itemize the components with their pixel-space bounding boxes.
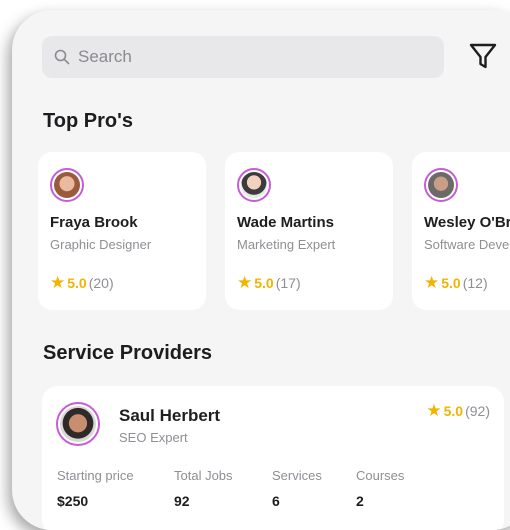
- stat-courses: Courses 2: [356, 468, 404, 509]
- service-providers-heading: Service Providers: [43, 342, 212, 364]
- stat-label: Total Jobs: [174, 468, 233, 483]
- rating-count: (17): [275, 274, 301, 291]
- rating-count: (12): [462, 274, 488, 291]
- pro-role: Graphic Designer: [50, 237, 152, 252]
- search-icon: [54, 49, 70, 65]
- avatar: [56, 402, 100, 446]
- pro-card[interactable]: Wade Martins Marketing Expert ★ 5.0 (17): [225, 152, 393, 310]
- pro-card[interactable]: Wesley O'Brien Software Developer ★ 5.0 …: [412, 152, 510, 310]
- app-screen: Search Top Pro's Fraya Brook Graphic Des…: [12, 10, 510, 530]
- top-pros-heading: Top Pro's: [43, 110, 133, 132]
- pro-card[interactable]: Fraya Brook Graphic Designer ★ 5.0 (20): [38, 152, 206, 310]
- pro-name: Wade Martins: [237, 214, 334, 231]
- rating-value: 5.0: [441, 274, 461, 291]
- avatar: [424, 168, 458, 202]
- avatar: [50, 168, 84, 202]
- stat-total-jobs: Total Jobs 92: [174, 468, 233, 509]
- provider-name: Saul Herbert: [119, 406, 221, 425]
- stat-label: Services: [272, 468, 322, 483]
- stat-label: Starting price: [57, 468, 134, 483]
- stat-starting-price: Starting price $250: [57, 468, 134, 509]
- stat-value: 92: [174, 493, 190, 509]
- pro-role: Marketing Expert: [237, 237, 336, 252]
- star-icon: ★: [426, 401, 442, 420]
- rating-value: 5.0: [67, 274, 87, 291]
- rating-count: (92): [465, 402, 490, 419]
- search-input[interactable]: Search: [42, 36, 444, 78]
- pro-rating: ★ 5.0 (20): [50, 274, 206, 291]
- pro-name: Fraya Brook: [50, 214, 138, 231]
- avatar: [237, 168, 271, 202]
- stat-value: 2: [356, 493, 364, 509]
- pro-name: Wesley O'Brien: [424, 214, 510, 231]
- search-placeholder: Search: [78, 47, 132, 66]
- pro-role: Software Developer: [424, 237, 510, 252]
- star-icon: ★: [237, 273, 253, 292]
- star-icon: ★: [50, 273, 66, 292]
- stat-value: $250: [57, 493, 89, 509]
- provider-rating: ★ 5.0 (92): [426, 402, 490, 419]
- stat-value: 6: [272, 493, 280, 509]
- stat-label: Courses: [356, 468, 405, 483]
- stat-services: Services 6: [272, 468, 322, 509]
- filter-icon[interactable]: [466, 40, 500, 72]
- rating-count: (20): [88, 274, 114, 291]
- provider-card[interactable]: Saul Herbert SEO Expert ★ 5.0 (92) Start…: [42, 386, 504, 530]
- provider-role: SEO Expert: [119, 430, 188, 445]
- pro-rating: ★ 5.0 (17): [237, 274, 393, 291]
- rating-value: 5.0: [254, 274, 274, 291]
- pro-rating: ★ 5.0 (12): [424, 274, 510, 291]
- star-icon: ★: [424, 273, 440, 292]
- rating-value: 5.0: [443, 402, 464, 419]
